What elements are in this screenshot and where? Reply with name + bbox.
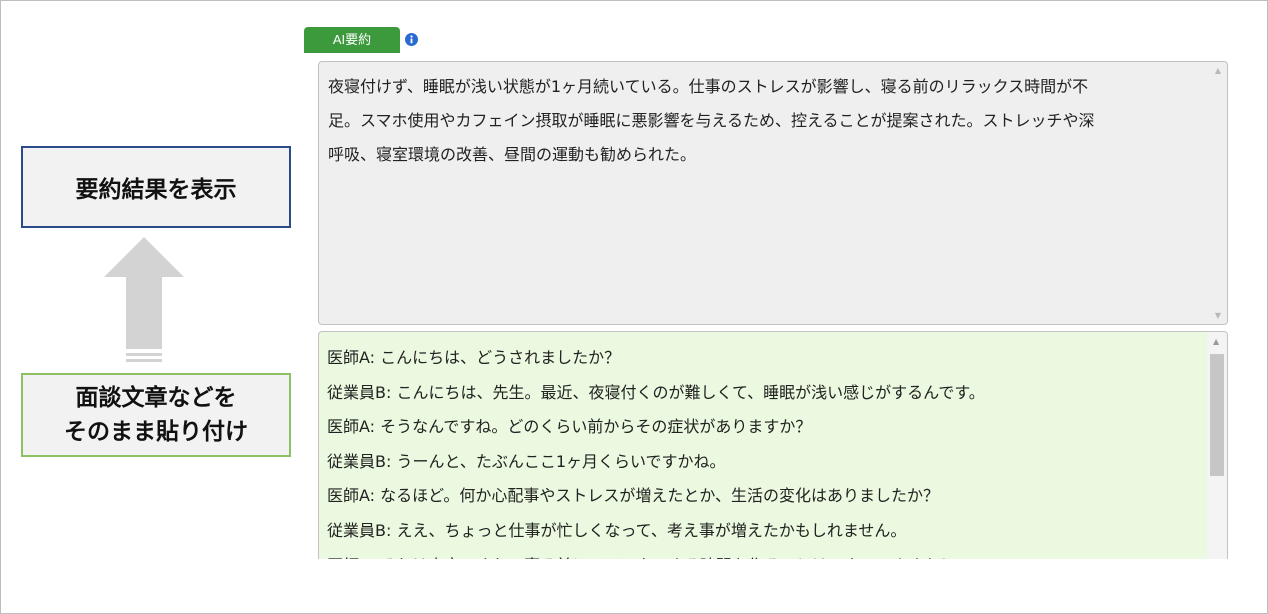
dialog-line: 医師A: なるほど。何か心配事やストレスが増えたとか、生活の変化はありましたか？ [327,486,940,506]
up-arrow-icon [104,237,184,362]
dialog-line: 医師A: それは大変ですね。寝る前にリラックスする時間を作ることはできていますか… [327,549,1207,559]
summary-output-textarea[interactable]: 夜寝付けず、睡眠が浅い状態が1ヶ月続いている。仕事のストレスが影響し、寝る前のリ… [318,61,1228,325]
dialog-line: 従業員B: うーんと、たぶんここ1ヶ月くらいですかね。 [327,451,726,471]
info-icon[interactable] [405,33,418,46]
dialog-input-textarea[interactable]: 医師A: こんにちは、どうされましたか？ 従業員B: こんにちは、先生。最近、夜… [318,331,1228,559]
dialog-lines: 医師A: こんにちは、どうされましたか？ 従業員B: こんにちは、先生。最近、夜… [327,341,1207,559]
dialog-line: 従業員B: こんにちは、先生。最近、夜寝付くのが難しくて、睡眠が浅い感じがするん… [327,382,985,402]
paste-callout: 面談文章などを そのまま貼り付け [21,373,291,457]
dialog-line: 医師A: そうなんですね。どのくらい前からその症状がありますか？ [327,417,812,437]
dialog-line: 従業員B: ええ、ちょっと仕事が忙しくなって、考え事が増えたかもしれません。 [327,520,907,540]
paste-callout-line2: そのまま貼り付け [64,419,248,445]
ai-summary-button[interactable]: AI要約 [304,27,400,53]
paste-callout-line1: 面談文章などを [75,385,237,411]
scrollbar-thumb[interactable] [1210,354,1224,476]
summary-text: 夜寝付けず、睡眠が浅い状態が1ヶ月続いている。仕事のストレスが影響し、寝る前のリ… [328,77,1095,164]
vertical-scrollbar[interactable]: ▲ [1207,332,1227,559]
result-callout: 要約結果を表示 [21,146,291,228]
scroll-up-icon: ▲ [1214,66,1221,75]
scroll-up-icon[interactable]: ▲ [1213,337,1219,346]
dialog-line: 医師A: こんにちは、どうされましたか？ [327,348,621,367]
result-callout-label: 要約結果を表示 [75,177,237,203]
scroll-down-icon: ▼ [1214,311,1221,320]
